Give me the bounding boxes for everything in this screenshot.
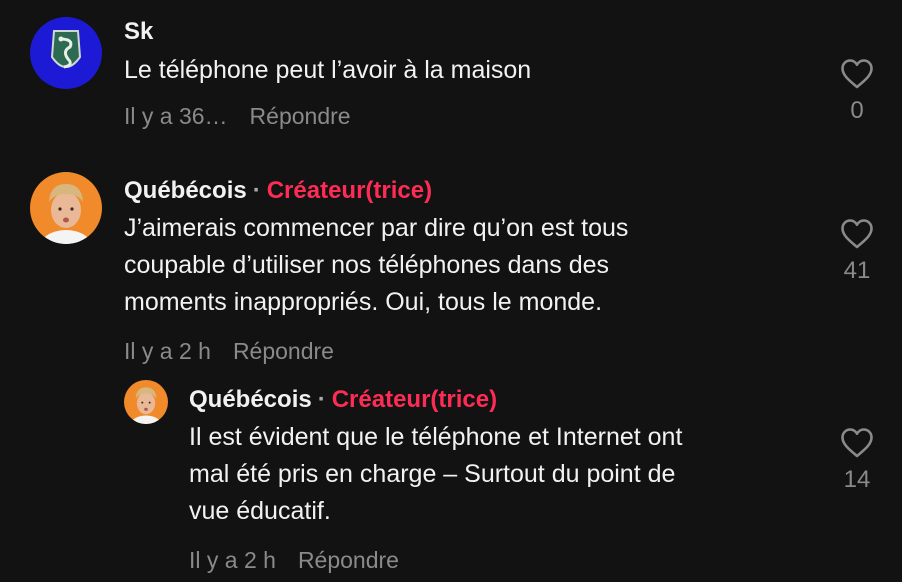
- like-count: 14: [843, 466, 871, 493]
- reply-header: Québécois · Créateur(trice): [189, 385, 497, 415]
- username[interactable]: Québécois: [189, 386, 312, 413]
- reply-meta: Il y a 2 h Répondre: [189, 545, 399, 575]
- heart-icon: [841, 428, 873, 458]
- creator-badge: Créateur(trice): [331, 386, 498, 413]
- like-button[interactable]: 14: [832, 427, 882, 495]
- timestamp: Il y a 2 h: [189, 547, 276, 573]
- avatar[interactable]: [124, 380, 168, 424]
- separator: ·: [317, 386, 326, 413]
- reply-button[interactable]: Répondre: [298, 547, 399, 573]
- reply-item: Québécois · Créateur(trice) Il est évident…: [0, 0, 902, 582]
- comment-list: Sk Le téléphone peut l’avoir à la maison…: [0, 0, 902, 582]
- reply-text: Il est évident que le téléphone et Inter…: [189, 423, 683, 525]
- profile-photo: [124, 380, 168, 424]
